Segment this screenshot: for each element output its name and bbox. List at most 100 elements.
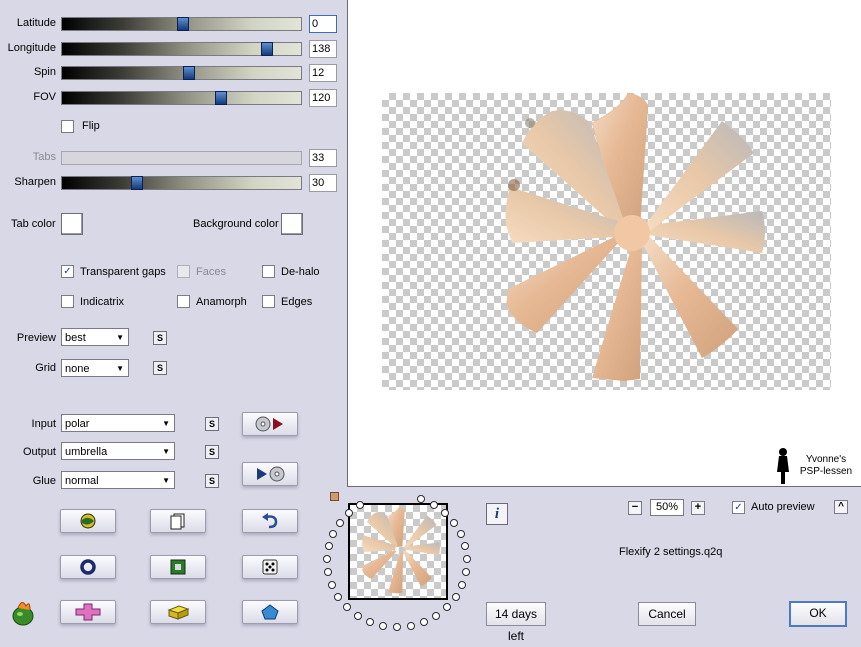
info-button[interactable]: i [486, 503, 508, 525]
navigator-ring-dot [430, 501, 438, 509]
fov-slider-thumb[interactable] [215, 91, 227, 105]
longitude-value-field[interactable]: 138 [309, 40, 337, 58]
sharpen-value-field[interactable]: 30 [309, 174, 337, 192]
longitude-slider-thumb[interactable] [261, 42, 273, 56]
auto-preview-label: Auto preview [751, 501, 815, 513]
glue-lock-button[interactable]: S [205, 474, 219, 488]
sharpen-slider[interactable] [61, 176, 302, 190]
cancel-button[interactable]: Cancel [638, 602, 696, 626]
navigator-ring-dot [462, 568, 470, 576]
navigator-ring-dot [379, 622, 387, 630]
spin-value-field[interactable]: 12 [309, 64, 337, 82]
ring-icon [80, 559, 96, 575]
navigator-ring-dot [354, 612, 362, 620]
navigator-ring-dot [393, 623, 401, 631]
faces-checkbox [177, 265, 190, 278]
tabs-value-field[interactable]: 33 [309, 149, 337, 167]
frame-button[interactable] [150, 555, 206, 579]
auto-preview-checkbox[interactable]: ✓ [732, 501, 745, 514]
flexified-flower-image [505, 92, 765, 381]
latitude-slider-thumb[interactable] [177, 17, 189, 31]
cross-button[interactable] [60, 600, 116, 624]
output-lock-button[interactable]: S [205, 445, 219, 459]
navigator-ring-dot [417, 495, 425, 503]
spin-slider[interactable] [61, 66, 302, 80]
latitude-label: Latitude [16, 17, 56, 29]
watermark-text: Yvonne's PSP-lessen [790, 454, 861, 478]
indicatrix-checkbox[interactable] [61, 295, 74, 308]
background-color-swatch[interactable] [281, 213, 303, 235]
navigator-ring-dot [432, 612, 440, 620]
fov-value-field[interactable]: 120 [309, 89, 337, 107]
output-select[interactable]: umbrella ▼ [61, 442, 175, 460]
longitude-slider[interactable] [61, 42, 302, 56]
cd-play-button[interactable] [242, 412, 298, 436]
grid-select[interactable]: none ▼ [61, 359, 129, 377]
brick-button[interactable] [150, 600, 206, 624]
watermark-line1: Yvonne's [805, 454, 847, 465]
input-label: Input [31, 418, 56, 430]
output-label: Output [22, 446, 56, 458]
output-value: umbrella [65, 446, 108, 458]
chevron-down-icon: ▼ [162, 447, 170, 456]
transparent-gaps-checkbox[interactable]: ✓ [61, 265, 74, 278]
undo-button[interactable] [242, 509, 298, 533]
navigator-ring-dot [463, 555, 471, 563]
ring-button[interactable] [60, 555, 116, 579]
ok-button[interactable]: OK [789, 601, 847, 627]
navigator-ring-dot [420, 618, 428, 626]
navigator-ring-dot [443, 603, 451, 611]
input-select[interactable]: polar ▼ [61, 414, 175, 432]
dice-button[interactable] [242, 555, 298, 579]
settings-filename: Flexify 2 settings.q2q [619, 546, 723, 558]
copy-button[interactable] [150, 509, 206, 533]
pentagon-button[interactable] [242, 600, 298, 624]
anamorph-checkbox[interactable] [177, 295, 190, 308]
navigator-ring-dot [323, 555, 331, 563]
randomize-button[interactable] [60, 509, 116, 533]
navigator-handle[interactable] [330, 492, 339, 501]
navigator-ring-dot [407, 622, 415, 630]
latitude-slider[interactable] [61, 17, 302, 31]
flip-checkbox[interactable] [61, 120, 74, 133]
input-lock-button[interactable]: S [205, 417, 219, 431]
preview-select[interactable]: best ▼ [61, 328, 129, 346]
navigator-ring-dot [458, 581, 466, 589]
navigator-ring-dot [343, 603, 351, 611]
chevron-down-icon: ▼ [116, 333, 124, 342]
pink-cross-icon [75, 603, 101, 621]
dehalo-checkbox[interactable] [262, 265, 275, 278]
zoom-level[interactable]: 50% [650, 499, 684, 516]
watermark-line2: PSP-lessen [799, 466, 853, 477]
zoom-in-button[interactable]: + [691, 501, 705, 515]
fov-slider[interactable] [61, 91, 302, 105]
grid-lock-button[interactable]: S [153, 361, 167, 375]
zoom-out-button[interactable]: − [628, 501, 642, 515]
navigator-ring-dot [366, 618, 374, 626]
longitude-label: Longitude [7, 42, 56, 54]
collapse-button[interactable]: ^ [834, 500, 848, 514]
sharpen-slider-thumb[interactable] [131, 176, 143, 190]
trial-days-button[interactable]: 14 days left [486, 602, 546, 643]
yellow-brick-icon [167, 605, 190, 620]
edges-checkbox[interactable] [262, 295, 275, 308]
spin-slider-thumb[interactable] [183, 66, 195, 80]
tab-color-label: Tab color [11, 218, 56, 230]
preview-lock-button[interactable]: S [153, 331, 167, 345]
navigator-thumbnail[interactable] [348, 503, 448, 600]
play-cd-button[interactable] [242, 462, 298, 486]
tabs-slider [61, 151, 302, 165]
navigator-ring-dot [334, 593, 342, 601]
anamorph-label: Anamorph [196, 296, 247, 308]
preview-pane[interactable]: Yvonne's PSP-lessen [347, 0, 861, 487]
latitude-value-field[interactable]: 0 [309, 15, 337, 33]
preview-canvas [382, 92, 831, 390]
glue-select[interactable]: normal ▼ [61, 471, 175, 489]
square-frame-icon [170, 559, 186, 575]
transparent-gaps-label: Transparent gaps [80, 266, 166, 278]
navigator-ring-dot [461, 542, 469, 550]
tab-color-swatch[interactable] [61, 213, 83, 235]
dice-icon [262, 559, 278, 575]
glue-label: Glue [32, 475, 56, 487]
input-value: polar [65, 418, 90, 430]
